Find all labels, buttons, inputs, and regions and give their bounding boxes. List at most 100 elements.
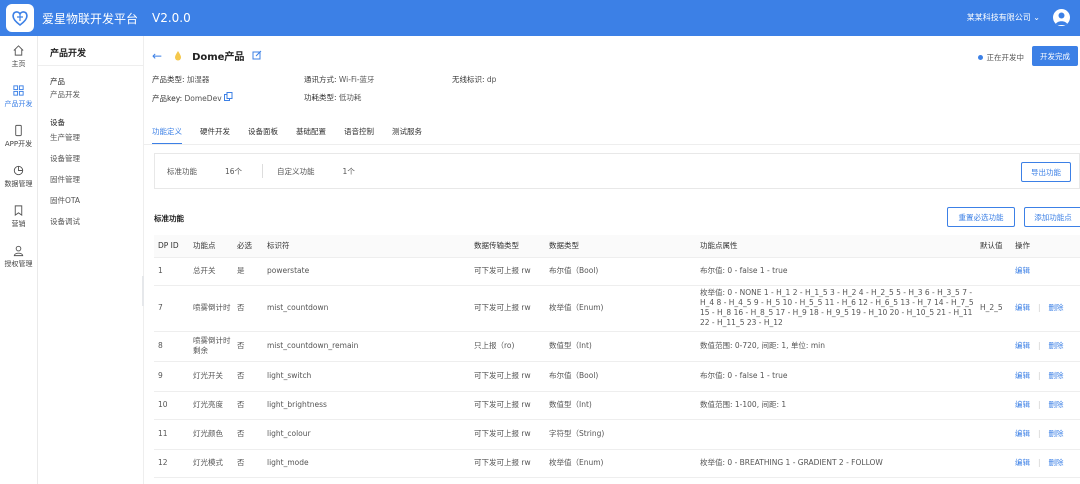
- cell-actions: 编辑 | 删除: [1011, 449, 1080, 478]
- reset-required-button[interactable]: 重置必选功能: [947, 207, 1015, 227]
- cell-dp-id: 9: [154, 361, 189, 392]
- copy-icon[interactable]: [224, 92, 233, 103]
- edit-link[interactable]: 编辑: [1015, 341, 1030, 350]
- cell-dp-id: 10: [154, 391, 189, 420]
- user-icon: [13, 245, 24, 256]
- cell-data-type: 字符型（String): [545, 419, 696, 450]
- cell-identifier: mist_countdown_remain: [263, 331, 470, 362]
- cell-function: 灯光亮度: [189, 391, 233, 420]
- nav-auth[interactable]: 授权管理: [0, 236, 37, 276]
- cell-data-type: 数值型（Int): [545, 391, 696, 420]
- dev-status: 正在开发中: [977, 52, 1024, 63]
- cell-attr: 枚举值: 0 - BREATHING 1 - GRADIENT 2 - FOLL…: [696, 449, 976, 478]
- cell-function: 灯光颜色: [189, 419, 233, 450]
- cell-identifier: powerstate: [263, 257, 470, 286]
- tabs-divider: [144, 144, 1080, 145]
- cell-function: 喷雾倒计时剩余: [189, 331, 233, 362]
- nav-app-dev[interactable]: APP开发: [0, 116, 37, 156]
- finish-dev-button[interactable]: 开发完成: [1032, 46, 1078, 66]
- delete-link[interactable]: 删除: [1049, 429, 1064, 438]
- subnav-item-production[interactable]: 生产管理: [38, 127, 143, 148]
- product-name: Dome产品: [192, 52, 245, 63]
- sub-nav: 产品开发 产品 产品开发 设备 生产管理 设备管理 固件管理 固件OTA 设备调…: [38, 36, 144, 484]
- subnav-item-debug[interactable]: 设备调试: [38, 211, 143, 232]
- delete-link[interactable]: 删除: [1049, 458, 1064, 467]
- app-version: V2.0.0: [152, 11, 191, 25]
- cell-required: 是: [233, 257, 263, 286]
- delete-link[interactable]: 删除: [1049, 371, 1064, 380]
- function-stats: 标准功能 16个 自定义功能 1个: [154, 153, 1080, 189]
- cell-function: 总开关: [189, 257, 233, 286]
- info-wireless: 无线标识: dp: [452, 75, 497, 84]
- cell-actions: 编辑 | 删除: [1011, 391, 1080, 420]
- back-arrow-icon[interactable]: ←: [152, 49, 162, 63]
- table-row: 12 灯光模式否 light_mode 可下发可上报 rw 枚举值（Enum) 枚举值: …: [154, 449, 1080, 478]
- custom-function-label: 自定义功能: [277, 166, 315, 176]
- subnav-item-ota[interactable]: 固件OTA: [38, 190, 143, 211]
- top-bar: 爱星物联开发平台 V2.0.0 某某科技有限公司 ⌄: [0, 0, 1080, 36]
- header-dp-id: DP ID: [154, 235, 189, 258]
- cell-required: 否: [233, 285, 263, 332]
- delete-link[interactable]: 删除: [1049, 400, 1064, 409]
- subnav-title: 产品开发: [38, 36, 143, 66]
- cell-identifier: light_brightness: [263, 391, 470, 420]
- cell-default: H_2_5: [976, 285, 1011, 332]
- cell-identifier: light_colour: [263, 419, 470, 450]
- header-data-type: 数据类型: [545, 235, 696, 258]
- cell-attr: 数值范围: 0-720, 间距: 1, 单位: min: [696, 331, 976, 362]
- subnav-item-device-mgmt[interactable]: 设备管理: [38, 148, 143, 169]
- cell-data-type: 枚举值（Enum): [545, 449, 696, 478]
- cell-transfer: 可下发可上报 rw: [470, 419, 545, 450]
- chevron-down-icon: ⌄: [1033, 13, 1040, 22]
- cell-attr: [696, 419, 976, 450]
- cell-data-type: 布尔值（Bool): [545, 361, 696, 392]
- edit-link[interactable]: 编辑: [1015, 371, 1030, 380]
- nav-home[interactable]: 主页: [0, 36, 37, 76]
- export-button[interactable]: 导出功能: [1021, 162, 1071, 182]
- tab-panel[interactable]: 设备面板: [248, 126, 278, 145]
- nav-product-dev[interactable]: 产品开发: [0, 76, 37, 116]
- edit-link[interactable]: 编辑: [1015, 266, 1030, 275]
- edit-link[interactable]: 编辑: [1015, 458, 1030, 467]
- header-transfer: 数据传输类型: [470, 235, 545, 258]
- nav-data[interactable]: 数据管理: [0, 156, 37, 196]
- subnav-item-firmware[interactable]: 固件管理: [38, 169, 143, 190]
- add-function-button[interactable]: 添加功能点: [1024, 207, 1080, 227]
- subnav-item-product-dev[interactable]: 产品开发: [38, 84, 143, 105]
- company-dropdown[interactable]: 某某科技有限公司 ⌄: [967, 12, 1040, 23]
- cell-actions: 编辑 | 删除: [1011, 361, 1080, 392]
- cell-function: 灯光模式: [189, 449, 233, 478]
- delete-link[interactable]: 删除: [1049, 303, 1064, 312]
- function-table: DP ID 功能点 必选 标识符 数据传输类型 数据类型 功能点属性 默认值 操…: [154, 235, 1080, 478]
- cell-required: 否: [233, 419, 263, 450]
- tab-voice[interactable]: 语音控制: [344, 126, 374, 145]
- cell-default: [976, 391, 1011, 420]
- tab-basic-config[interactable]: 基础配置: [296, 126, 326, 145]
- cell-attr: 布尔值: 0 - false 1 - true: [696, 361, 976, 392]
- product-icon: [175, 50, 182, 60]
- delete-link[interactable]: 删除: [1049, 341, 1064, 350]
- edit-link[interactable]: 编辑: [1015, 303, 1030, 312]
- cell-transfer: 可下发可上报 rw: [470, 449, 545, 478]
- info-comm: 通讯方式: Wi-Fi-蓝牙: [304, 75, 375, 84]
- tab-test[interactable]: 测试服务: [392, 126, 422, 145]
- tab-hardware[interactable]: 硬件开发: [200, 126, 230, 145]
- nav-marketing[interactable]: 营销: [0, 196, 37, 236]
- cell-identifier: light_switch: [263, 361, 470, 392]
- cell-actions: 编辑 | 删除: [1011, 285, 1080, 332]
- bookmark-icon: [14, 204, 23, 216]
- app-logo[interactable]: [6, 4, 34, 32]
- edit-link[interactable]: 编辑: [1015, 400, 1030, 409]
- edit-link[interactable]: 编辑: [1015, 429, 1030, 438]
- info-product-type: 产品类型: 加湿器: [152, 75, 210, 84]
- cell-transfer: 可下发可上报 rw: [470, 285, 545, 332]
- header-attr: 功能点属性: [696, 235, 976, 258]
- cell-data-type: 数值型（Int): [545, 331, 696, 362]
- cell-dp-id: 12: [154, 449, 189, 478]
- user-avatar[interactable]: [1053, 9, 1070, 26]
- edit-icon[interactable]: [252, 50, 262, 62]
- tab-function-def[interactable]: 功能定义: [152, 126, 182, 145]
- cell-function: 灯光开关: [189, 361, 233, 392]
- pie-chart-icon: [13, 165, 24, 175]
- cell-actions: 编辑 | 删除: [1011, 419, 1080, 450]
